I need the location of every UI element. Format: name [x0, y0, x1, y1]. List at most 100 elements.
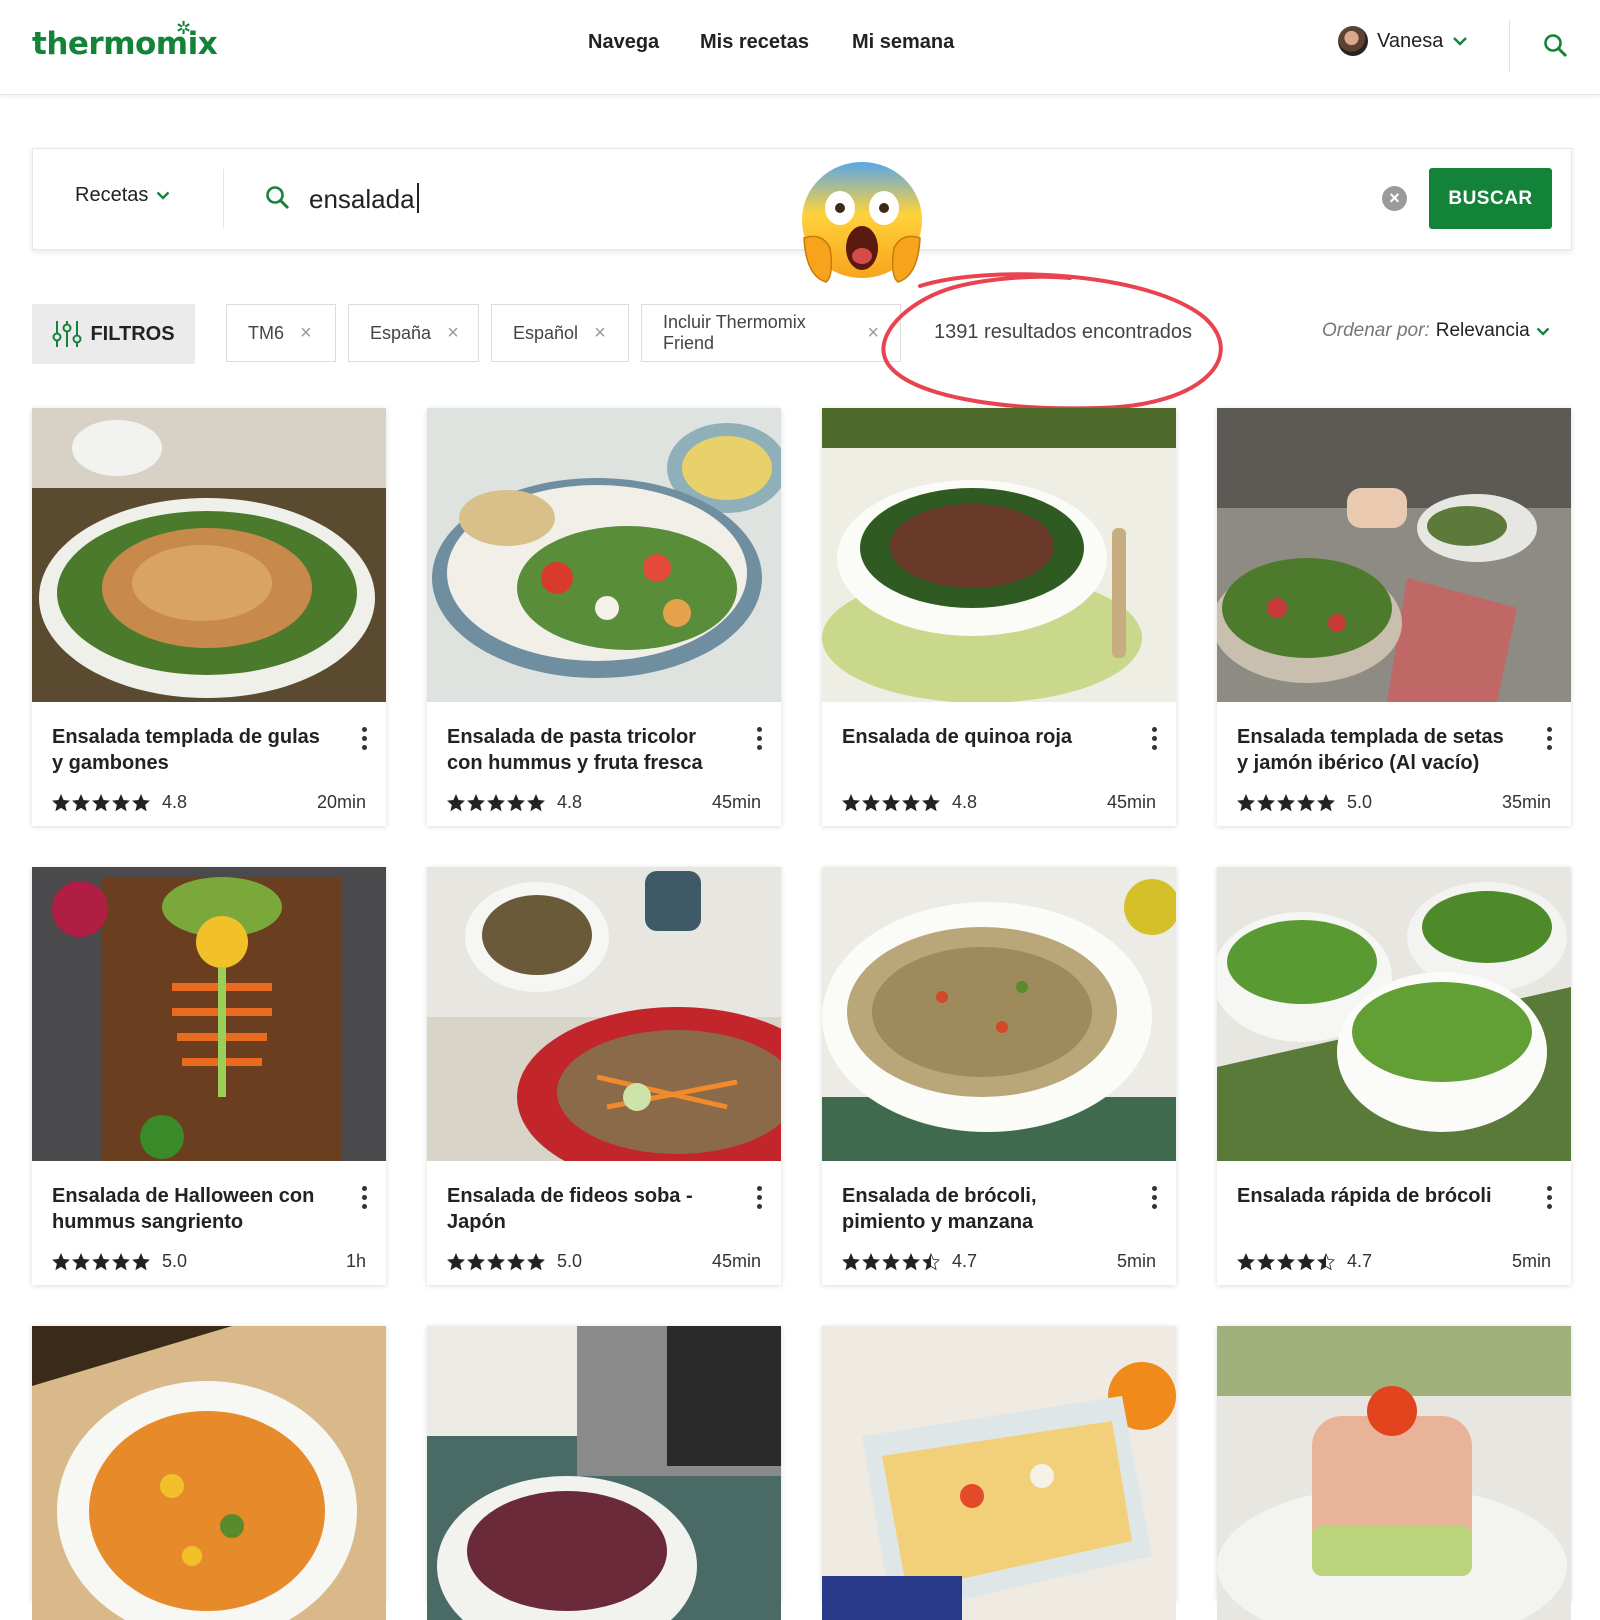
stars: [842, 1252, 940, 1271]
recipe-image: [822, 1326, 1176, 1620]
star-icon: [447, 1252, 465, 1270]
stars: [447, 1252, 545, 1271]
star-icon: [467, 1252, 485, 1270]
star-icon: [862, 1252, 880, 1270]
close-icon[interactable]: ×: [447, 322, 459, 345]
star-icon: [132, 1252, 150, 1270]
star-icon: [1277, 1252, 1295, 1270]
user-menu[interactable]: Vanesa: [1338, 26, 1468, 56]
rating-value: 5.0: [1347, 792, 1373, 812]
recipe-image: [427, 1326, 781, 1620]
filters-button[interactable]: FILTROS: [32, 304, 195, 364]
text-caret: [417, 183, 419, 213]
more-options-icon[interactable]: [757, 1186, 763, 1213]
recipe-card[interactable]: Ensalada de fideos soba - Japón 5.0 45mi…: [427, 867, 781, 1285]
more-options-icon[interactable]: [362, 727, 368, 754]
close-icon[interactable]: ×: [594, 322, 606, 345]
recipe-card[interactable]: Ensalada de brócoli, pimiento y manzana …: [822, 867, 1176, 1285]
recipe-rating: 4.8: [842, 792, 977, 813]
sort-dropdown[interactable]: Ordenar por: Relevancia: [1322, 320, 1550, 342]
recipe-card[interactable]: Ensalada rápida de brócoli 4.7 5min: [1217, 867, 1571, 1285]
more-options-icon[interactable]: [1547, 727, 1553, 754]
thermomix-logo[interactable]: thermomix ✲: [32, 18, 218, 62]
rating-value: 4.7: [952, 1251, 978, 1271]
more-options-icon[interactable]: [757, 727, 763, 754]
star-icon: [487, 793, 505, 811]
star-icon: [132, 793, 150, 811]
filter-chip-espanol[interactable]: Español ×: [491, 304, 629, 362]
recipe-title[interactable]: Ensalada de pasta tricolor con hummus y …: [447, 724, 727, 776]
recipe-time: 20min: [316, 792, 366, 812]
category-dropdown[interactable]: Recetas: [75, 184, 170, 207]
star-icon: [902, 1252, 920, 1270]
search-button[interactable]: BUSCAR: [1429, 168, 1552, 229]
recipe-card[interactable]: [32, 1326, 386, 1620]
recipe-title[interactable]: Ensalada de quinoa roja: [842, 724, 1122, 750]
stars: [52, 1252, 150, 1271]
recipe-time: 45min: [1106, 792, 1156, 812]
recipe-card[interactable]: [822, 1326, 1176, 1620]
more-options-icon[interactable]: [1152, 1186, 1158, 1213]
nav-mis-recetas[interactable]: Mis recetas: [700, 31, 809, 54]
nav-navega[interactable]: Navega: [588, 31, 659, 54]
star-icon: [507, 1252, 525, 1270]
star-icon: [902, 793, 920, 811]
chip-label: Incluir Thermomix Friend: [663, 312, 806, 353]
clear-icon[interactable]: ×: [1382, 186, 1407, 211]
recipe-title[interactable]: Ensalada templada de gulas y gambones: [52, 724, 332, 776]
star-icon: [487, 1252, 505, 1270]
recipe-image: [1217, 408, 1571, 702]
star-icon: [507, 793, 525, 811]
recipe-title[interactable]: Ensalada templada de setas y jamón ibéri…: [1237, 724, 1517, 776]
star-icon: [882, 793, 900, 811]
filter-chip-thermomix-friend[interactable]: Incluir Thermomix Friend ×: [641, 304, 901, 362]
recipe-card[interactable]: Ensalada templada de setas y jamón ibéri…: [1217, 408, 1571, 826]
recipe-card[interactable]: [427, 1326, 781, 1620]
search-icon[interactable]: [1543, 33, 1569, 59]
chevron-down-icon: [1453, 37, 1468, 46]
rating-value: 4.8: [952, 792, 978, 812]
star-icon: [862, 793, 880, 811]
sort-label: Ordenar por:: [1322, 320, 1430, 341]
nav-mi-semana[interactable]: Mi semana: [852, 31, 954, 54]
more-options-icon[interactable]: [1547, 1186, 1553, 1213]
star-icon: [72, 793, 90, 811]
recipe-time: 5min: [1511, 1251, 1551, 1271]
star-icon: [112, 1252, 130, 1270]
more-options-icon[interactable]: [362, 1186, 368, 1213]
avatar: [1338, 26, 1368, 56]
recipe-card[interactable]: Ensalada templada de gulas y gambones 4.…: [32, 408, 386, 826]
search-icon: [266, 186, 290, 210]
star-icon: [1317, 1252, 1335, 1270]
star-icon: [922, 1252, 940, 1270]
close-icon[interactable]: ×: [300, 322, 312, 345]
more-options-icon[interactable]: [1152, 727, 1158, 754]
recipe-time: 45min: [711, 792, 761, 812]
recipe-image: [32, 408, 386, 702]
recipe-image: [32, 1326, 386, 1620]
recipe-title[interactable]: Ensalada de brócoli, pimiento y manzana: [842, 1183, 1122, 1235]
filter-chip-espana[interactable]: España ×: [348, 304, 479, 362]
recipe-card[interactable]: Ensalada de pasta tricolor con hummus y …: [427, 408, 781, 826]
recipe-image: [427, 408, 781, 702]
stars: [842, 793, 940, 812]
recipe-card[interactable]: [1217, 1326, 1571, 1620]
recipe-title[interactable]: Ensalada de fideos soba - Japón: [447, 1183, 727, 1235]
close-icon[interactable]: ×: [867, 322, 879, 345]
recipe-card[interactable]: Ensalada de quinoa roja 4.8 45min: [822, 408, 1176, 826]
star-icon: [1297, 793, 1315, 811]
recipe-image: [822, 408, 1176, 702]
filter-chip-tm6[interactable]: TM6 ×: [226, 304, 336, 362]
divider: [1509, 20, 1510, 72]
recipe-time: 1h: [345, 1251, 366, 1271]
recipe-title[interactable]: Ensalada rápida de brócoli: [1237, 1183, 1517, 1209]
search-input[interactable]: [309, 179, 729, 219]
recipe-card[interactable]: Ensalada de Halloween con hummus sangrie…: [32, 867, 386, 1285]
star-icon: [72, 1252, 90, 1270]
stars: [1237, 1252, 1335, 1271]
recipe-rating: 4.8: [447, 792, 582, 813]
stars: [447, 793, 545, 812]
star-icon: [1297, 1252, 1315, 1270]
recipe-title[interactable]: Ensalada de Halloween con hummus sangrie…: [52, 1183, 332, 1235]
star-icon: [52, 1252, 70, 1270]
